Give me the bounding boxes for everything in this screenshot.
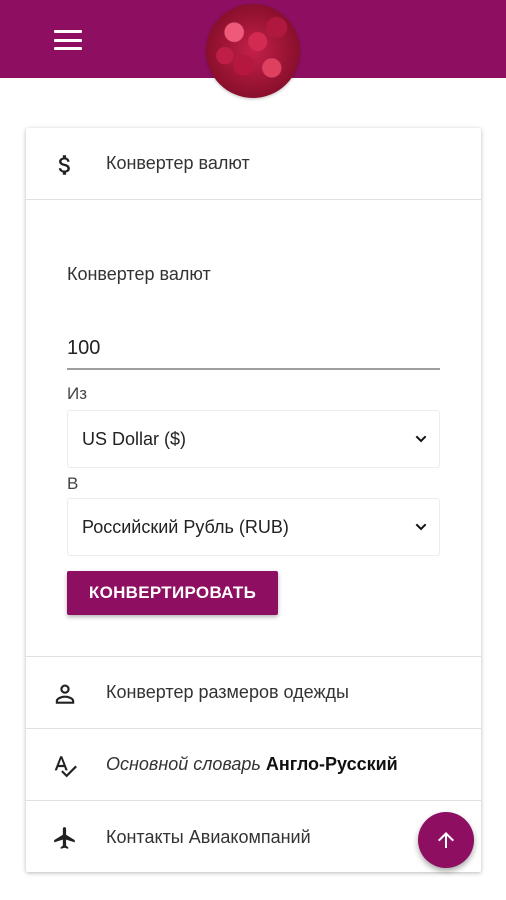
section-dictionary-header[interactable]: Основной словарь Англо-Русский xyxy=(26,729,481,801)
hamburger-menu-icon[interactable] xyxy=(54,30,82,50)
amount-input[interactable]: 100 xyxy=(67,328,440,370)
chevron-down-icon xyxy=(415,435,427,443)
raspberry-avatar xyxy=(206,4,300,98)
convert-button[interactable]: КОНВЕРТИРОВАТЬ xyxy=(67,571,278,615)
spellcheck-icon xyxy=(54,756,77,778)
from-currency-select[interactable]: US Dollar ($) xyxy=(67,410,440,468)
arrow-up-icon xyxy=(438,832,454,848)
to-label: В xyxy=(67,474,79,493)
section-currency-label: Конвертер валют xyxy=(106,153,250,173)
dollar-icon xyxy=(58,155,70,175)
section-airlines-label: Контакты Авиакомпаний xyxy=(106,826,311,847)
to-currency-select[interactable]: Российский Рубль (RUB) xyxy=(67,498,440,556)
panel-title: Конвертер валют xyxy=(67,264,211,284)
scroll-to-top-button[interactable] xyxy=(418,812,474,868)
section-clothing-label: Конвертер размеров одежды xyxy=(106,682,349,702)
dictionary-label-bold: Англо-Русский xyxy=(265,754,398,774)
dictionary-label-italic: Основной словарь xyxy=(106,754,261,774)
person-icon xyxy=(55,684,75,704)
chevron-down-icon xyxy=(415,523,427,531)
section-dictionary-label: Основной словарь Англо-Русский xyxy=(106,754,398,775)
from-currency-value: US Dollar ($) xyxy=(82,428,187,449)
airplane-icon xyxy=(54,827,75,849)
to-currency-value: Российский Рубль (RUB) xyxy=(82,516,289,537)
from-label: Из xyxy=(67,384,88,403)
section-airlines-header[interactable]: Контакты Авиакомпаний xyxy=(26,801,481,873)
converter-card: Конвертер валют Конвертер валют 100 Из U… xyxy=(26,128,481,872)
section-currency-header[interactable]: Конвертер валют xyxy=(26,128,481,200)
section-clothing-header[interactable]: Конвертер размеров одежды xyxy=(26,657,481,729)
